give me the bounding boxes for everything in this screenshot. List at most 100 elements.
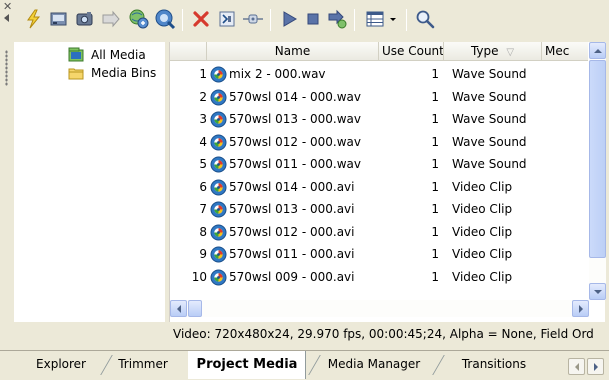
scroll-left-button[interactable] <box>170 300 187 317</box>
file-name: 570wsl 011 - 000.wav <box>229 157 361 171</box>
media-file-icon <box>210 179 227 195</box>
row-number: 9 <box>199 247 207 261</box>
search-button[interactable] <box>412 6 438 32</box>
media-file-icon <box>210 269 227 285</box>
use-count: 1 <box>431 179 439 194</box>
tag-media-button[interactable] <box>240 6 266 32</box>
media-properties-icon <box>155 9 176 30</box>
file-type: Wave Sound <box>452 157 527 171</box>
column-header-type[interactable]: Type ▽ <box>444 42 542 60</box>
tab-transitions[interactable]: Transitions <box>444 352 544 378</box>
docking-grip[interactable]: ✕ <box>0 0 14 344</box>
media-list: Name Use Count Type ▽ Mec 1 mix 2 - 000.w… <box>169 42 606 322</box>
use-count: 1 <box>431 157 439 171</box>
tab-scroll-left-button[interactable] <box>568 358 585 375</box>
file-type: Wave Sound <box>452 112 527 126</box>
media-properties-button[interactable] <box>152 6 178 32</box>
get-media-from-web-icon <box>129 9 149 29</box>
scroll-right-button[interactable] <box>572 300 589 317</box>
arrow-up-icon <box>593 48 602 53</box>
arrow-down-icon <box>593 289 602 294</box>
vertical-scroll-thumb[interactable] <box>589 60 606 258</box>
media-fx-button[interactable] <box>214 6 240 32</box>
collapse-arrow-icon[interactable] <box>4 14 9 22</box>
extract-audio-icon <box>102 10 120 28</box>
file-type: Video Clip <box>452 269 513 284</box>
row-number: 6 <box>199 179 207 194</box>
file-name: 570wsl 013 - 000.wav <box>229 112 361 126</box>
table-row[interactable]: 7 570wsl 013 - 000.avi 1 Video Clip <box>170 198 588 220</box>
list-header: Name Use Count Type ▽ Mec <box>170 42 588 61</box>
file-type: Wave Sound <box>452 134 527 149</box>
tree-item-all-media[interactable]: All Media <box>68 46 148 64</box>
play-button[interactable] <box>276 6 302 32</box>
tab-explorer[interactable]: Explorer <box>22 352 100 378</box>
tree-item-media-bins[interactable]: Media Bins <box>68 64 158 82</box>
all-media-icon <box>68 47 84 62</box>
folder-icon <box>68 68 84 80</box>
row-number: 2 <box>199 89 207 104</box>
get-media-from-web-button[interactable] <box>126 6 152 32</box>
stop-button[interactable] <box>300 6 326 32</box>
file-name: mix 2 - 000.wav <box>229 67 326 81</box>
row-number-header[interactable] <box>170 42 207 60</box>
tab-trimmer[interactable]: Trimmer <box>108 352 178 378</box>
table-row[interactable]: 9 570wsl 011 - 000.avi 1 Video Clip <box>170 243 588 265</box>
table-row[interactable]: 3 570wsl 013 - 000.wav 1 Wave Sound <box>170 108 588 130</box>
window-tab-bar: Explorer Trimmer Project Media Media Man… <box>0 350 609 380</box>
column-header-use-count[interactable]: Use Count <box>379 42 444 60</box>
table-row[interactable]: 6 570wsl 014 - 000.avi 1 Video Clip <box>170 176 588 198</box>
table-row[interactable]: 1 mix 2 - 000.wav 1 Wave Sound <box>170 63 588 85</box>
extract-audio-button[interactable] <box>98 6 124 32</box>
file-name: 570wsl 013 - 000.avi <box>229 202 355 216</box>
file-type: Video Clip <box>452 179 513 194</box>
views-button[interactable] <box>360 6 400 32</box>
capture-video-button[interactable] <box>46 6 72 32</box>
table-row[interactable]: 10 570wsl 009 - 000.avi 1 Video Clip <box>170 266 588 288</box>
media-file-icon <box>210 66 227 83</box>
views-icon <box>366 11 383 27</box>
table-row[interactable]: 4 570wsl 012 - 000.wav 1 Wave Sound <box>170 131 588 153</box>
table-row[interactable]: 2 570wsl 014 - 000.wav 1 Wave Sound <box>170 86 588 108</box>
auto-preview-button[interactable] <box>324 6 350 32</box>
tag-media-icon <box>243 14 263 24</box>
scroll-down-button[interactable] <box>589 283 606 300</box>
remove-media-icon <box>193 11 209 27</box>
media-file-icon <box>210 156 227 173</box>
tab-scroll-right-button[interactable] <box>587 358 604 375</box>
use-count: 1 <box>431 247 439 261</box>
import-media-button[interactable] <box>20 6 46 32</box>
media-file-icon <box>210 201 227 218</box>
tab-media-manager[interactable]: Media Manager <box>318 352 430 378</box>
use-count: 1 <box>431 224 439 239</box>
media-file-icon <box>210 111 227 128</box>
tree-item-label: Media Bins <box>91 66 157 80</box>
drag-handle[interactable] <box>5 50 8 86</box>
close-window-icon[interactable]: ✕ <box>3 1 12 12</box>
file-name: 570wsl 009 - 000.avi <box>229 269 355 284</box>
media-info-status: Video: 720x480x24, 29.970 fps, 00:00:45;… <box>173 327 594 341</box>
horizontal-scrollbar[interactable] <box>170 300 589 317</box>
file-type: Video Clip <box>452 247 513 261</box>
file-name: 570wsl 014 - 000.avi <box>229 179 355 194</box>
file-type: Video Clip <box>452 224 513 239</box>
horizontal-scroll-thumb[interactable] <box>188 300 202 317</box>
get-photo-button[interactable] <box>72 6 98 32</box>
use-count: 1 <box>431 89 439 104</box>
vertical-scrollbar[interactable] <box>589 42 606 300</box>
project-media-window: ✕ All Media Media Bins Name Use Count Ty… <box>0 0 609 380</box>
file-type: Wave Sound <box>452 89 527 104</box>
auto-preview-icon <box>328 9 347 29</box>
file-name: 570wsl 012 - 000.wav <box>229 134 361 149</box>
column-header-media[interactable]: Mec <box>542 42 588 60</box>
media-file-icon <box>210 89 227 105</box>
column-header-name[interactable]: Name <box>207 42 379 60</box>
table-row[interactable]: 5 570wsl 011 - 000.wav 1 Wave Sound <box>170 153 588 175</box>
remove-media-button[interactable] <box>188 6 214 32</box>
media-bin-tree: All Media Media Bins <box>14 42 165 322</box>
scroll-up-button[interactable] <box>589 42 606 59</box>
table-row[interactable]: 8 570wsl 012 - 000.avi 1 Video Clip <box>170 221 588 243</box>
media-fx-icon <box>219 11 235 27</box>
file-type: Wave Sound <box>452 67 527 81</box>
tab-project-media[interactable]: Project Media <box>188 351 306 379</box>
